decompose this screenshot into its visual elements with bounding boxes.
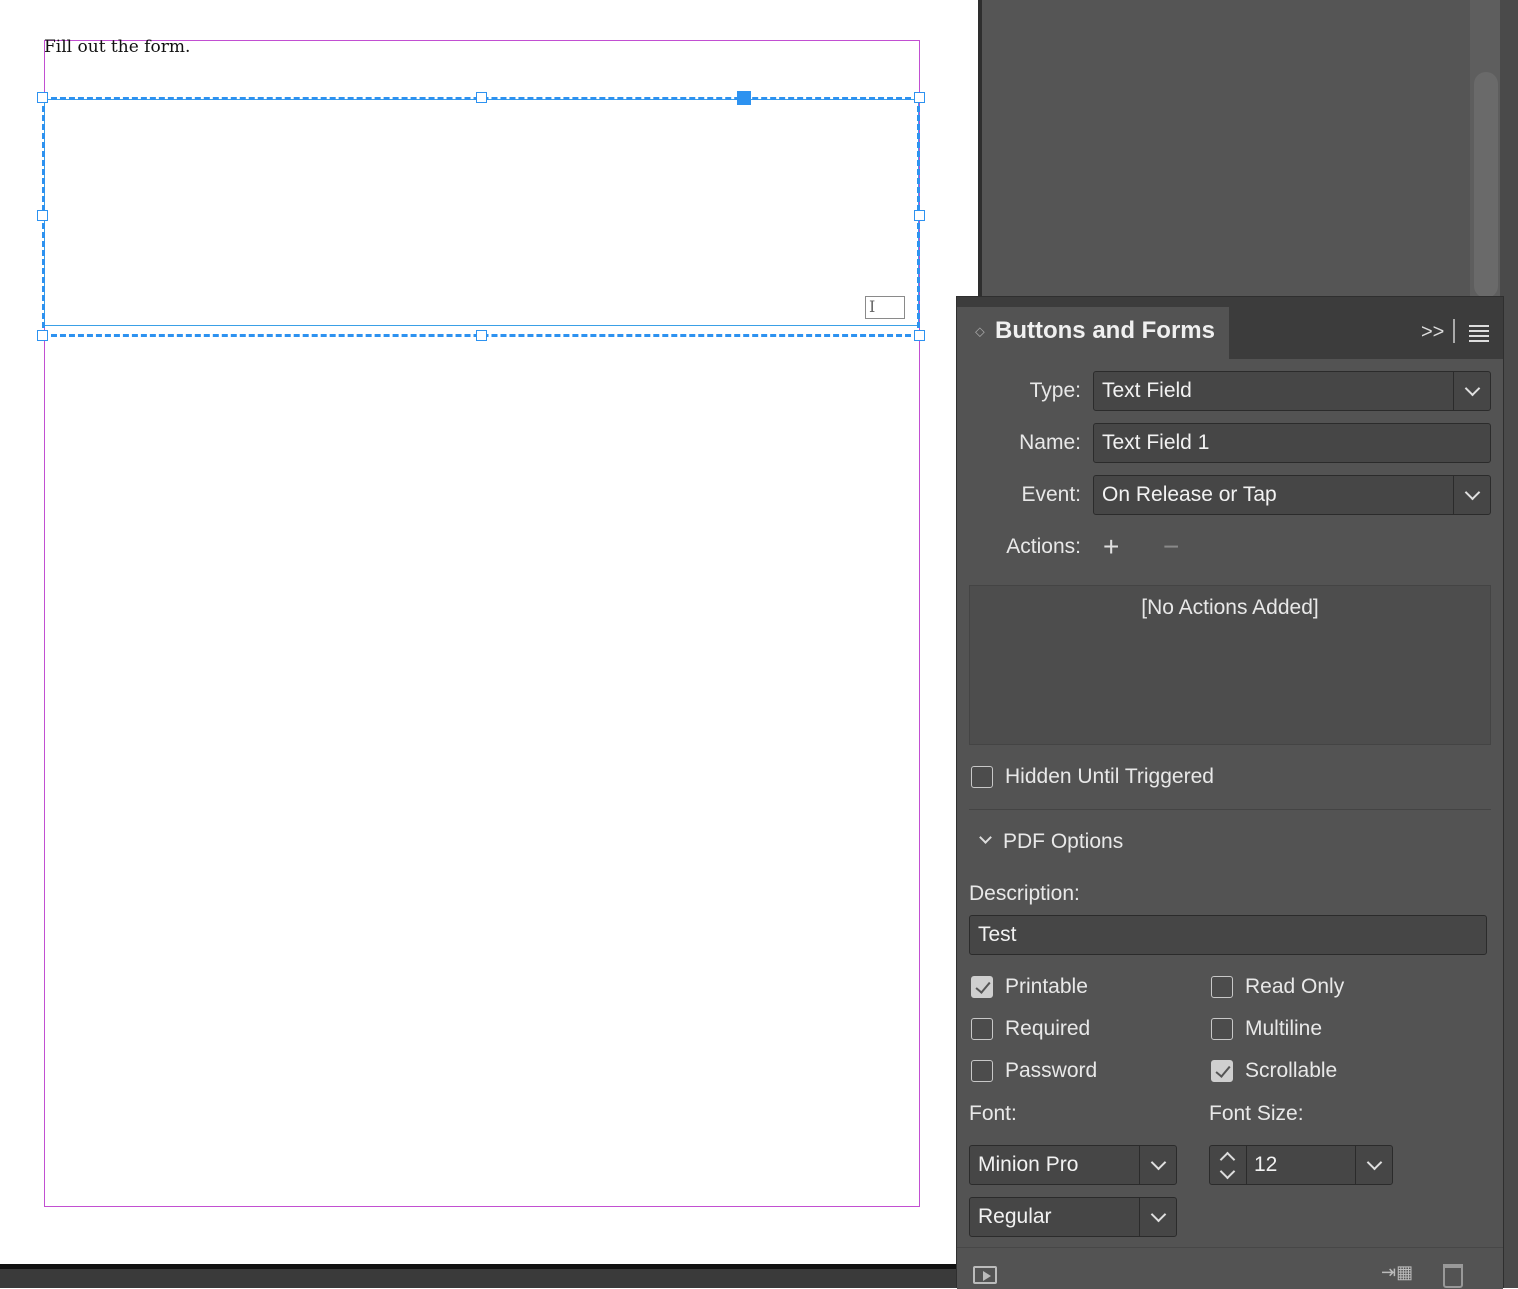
name-label: Name: xyxy=(1019,431,1081,454)
chevron-down-icon[interactable] xyxy=(979,831,992,844)
actions-label: Actions: xyxy=(1006,535,1081,558)
convert-object-icon[interactable]: ⇥▦ xyxy=(1381,1262,1413,1286)
read-only-label: Read Only xyxy=(1245,975,1345,998)
event-label: Event: xyxy=(1021,483,1081,506)
read-only-checkbox[interactable] xyxy=(1211,976,1233,998)
resize-handle-top-left[interactable] xyxy=(37,92,48,103)
no-actions-text: [No Actions Added] xyxy=(1141,596,1319,619)
name-input[interactable]: Text Field 1 xyxy=(1093,423,1491,463)
chevron-down-icon[interactable] xyxy=(1453,372,1490,410)
password-label: Password xyxy=(1005,1059,1098,1082)
horizontal-scrollbar[interactable] xyxy=(0,1264,978,1288)
font-family-dropdown[interactable]: Minion Pro xyxy=(969,1145,1177,1185)
required-checkbox[interactable] xyxy=(971,1018,993,1040)
type-label: Type: xyxy=(1029,379,1081,402)
resize-handle-top-right[interactable] xyxy=(914,92,925,103)
panel-footer: ⇥▦ xyxy=(957,1247,1503,1289)
pdf-options-heading[interactable]: PDF Options xyxy=(1003,830,1123,854)
font-style-value: Regular xyxy=(978,1205,1052,1228)
form-field-selection[interactable] xyxy=(42,97,920,337)
hidden-until-triggered-label: Hidden Until Triggered xyxy=(1005,765,1214,788)
font-family-value: Minion Pro xyxy=(978,1153,1079,1176)
resize-handle-middle-left[interactable] xyxy=(37,210,48,221)
chevron-down-icon[interactable] xyxy=(1355,1146,1392,1184)
preview-spread-icon[interactable] xyxy=(973,1266,997,1284)
resize-handle-top-center[interactable] xyxy=(476,92,487,103)
scrollable-label: Scrollable xyxy=(1245,1059,1338,1082)
chevron-down-icon[interactable] xyxy=(1139,1146,1176,1184)
panel-options-toggle-icon[interactable]: ⬦ xyxy=(975,323,985,340)
font-size-stepper[interactable] xyxy=(1210,1146,1247,1184)
remove-action-icon[interactable]: − xyxy=(1163,531,1179,563)
chevron-down-icon[interactable] xyxy=(1139,1198,1176,1236)
font-size-combobox[interactable]: 12 xyxy=(1209,1145,1393,1185)
header-separator xyxy=(1453,319,1455,343)
font-style-dropdown[interactable]: Regular xyxy=(969,1197,1177,1237)
password-checkbox[interactable] xyxy=(971,1060,993,1082)
printable-label: Printable xyxy=(1005,975,1088,998)
vertical-scrollbar-thumb[interactable] xyxy=(1474,72,1498,298)
resize-handle-bottom-right[interactable] xyxy=(914,330,925,341)
section-divider xyxy=(969,809,1491,810)
event-dropdown[interactable]: On Release or Tap xyxy=(1093,475,1491,515)
required-label: Required xyxy=(1005,1017,1091,1040)
hidden-until-triggered-checkbox[interactable] xyxy=(971,766,993,788)
resize-handle-middle-right[interactable] xyxy=(914,210,925,221)
event-value: On Release or Tap xyxy=(1102,483,1277,506)
type-value: Text Field xyxy=(1102,379,1192,402)
add-action-icon[interactable]: + xyxy=(1103,531,1119,563)
trash-icon[interactable] xyxy=(1443,1264,1463,1288)
font-label: Font: xyxy=(969,1102,1017,1125)
scrollable-checkbox[interactable] xyxy=(1211,1060,1233,1082)
collapse-panel-icon[interactable]: >> xyxy=(1421,321,1444,344)
pasteboard-area xyxy=(978,0,1518,298)
document-text[interactable]: Fill out the form. xyxy=(44,37,190,57)
printable-checkbox[interactable] xyxy=(971,976,993,998)
text-field-type-icon: I xyxy=(865,296,905,319)
font-size-value: 12 xyxy=(1254,1153,1278,1176)
multiline-label: Multiline xyxy=(1245,1017,1323,1040)
panel-title: Buttons and Forms xyxy=(995,317,1215,344)
panel-menu-icon[interactable] xyxy=(1469,325,1489,345)
description-label: Description: xyxy=(969,882,1080,905)
actions-list[interactable]: [No Actions Added] xyxy=(969,585,1491,745)
buttons-and-forms-panel: ⬦ Buttons and Forms >> Type: Text Field … xyxy=(956,296,1504,1289)
resize-handle-bottom-center[interactable] xyxy=(476,330,487,341)
font-size-label: Font Size: xyxy=(1209,1102,1304,1125)
content-grabber-handle[interactable] xyxy=(737,91,751,105)
description-input[interactable]: Test xyxy=(969,915,1487,955)
multiline-checkbox[interactable] xyxy=(1211,1018,1233,1040)
chevron-down-icon[interactable] xyxy=(1453,476,1490,514)
resize-handle-bottom-left[interactable] xyxy=(37,330,48,341)
type-dropdown[interactable]: Text Field xyxy=(1093,371,1491,411)
